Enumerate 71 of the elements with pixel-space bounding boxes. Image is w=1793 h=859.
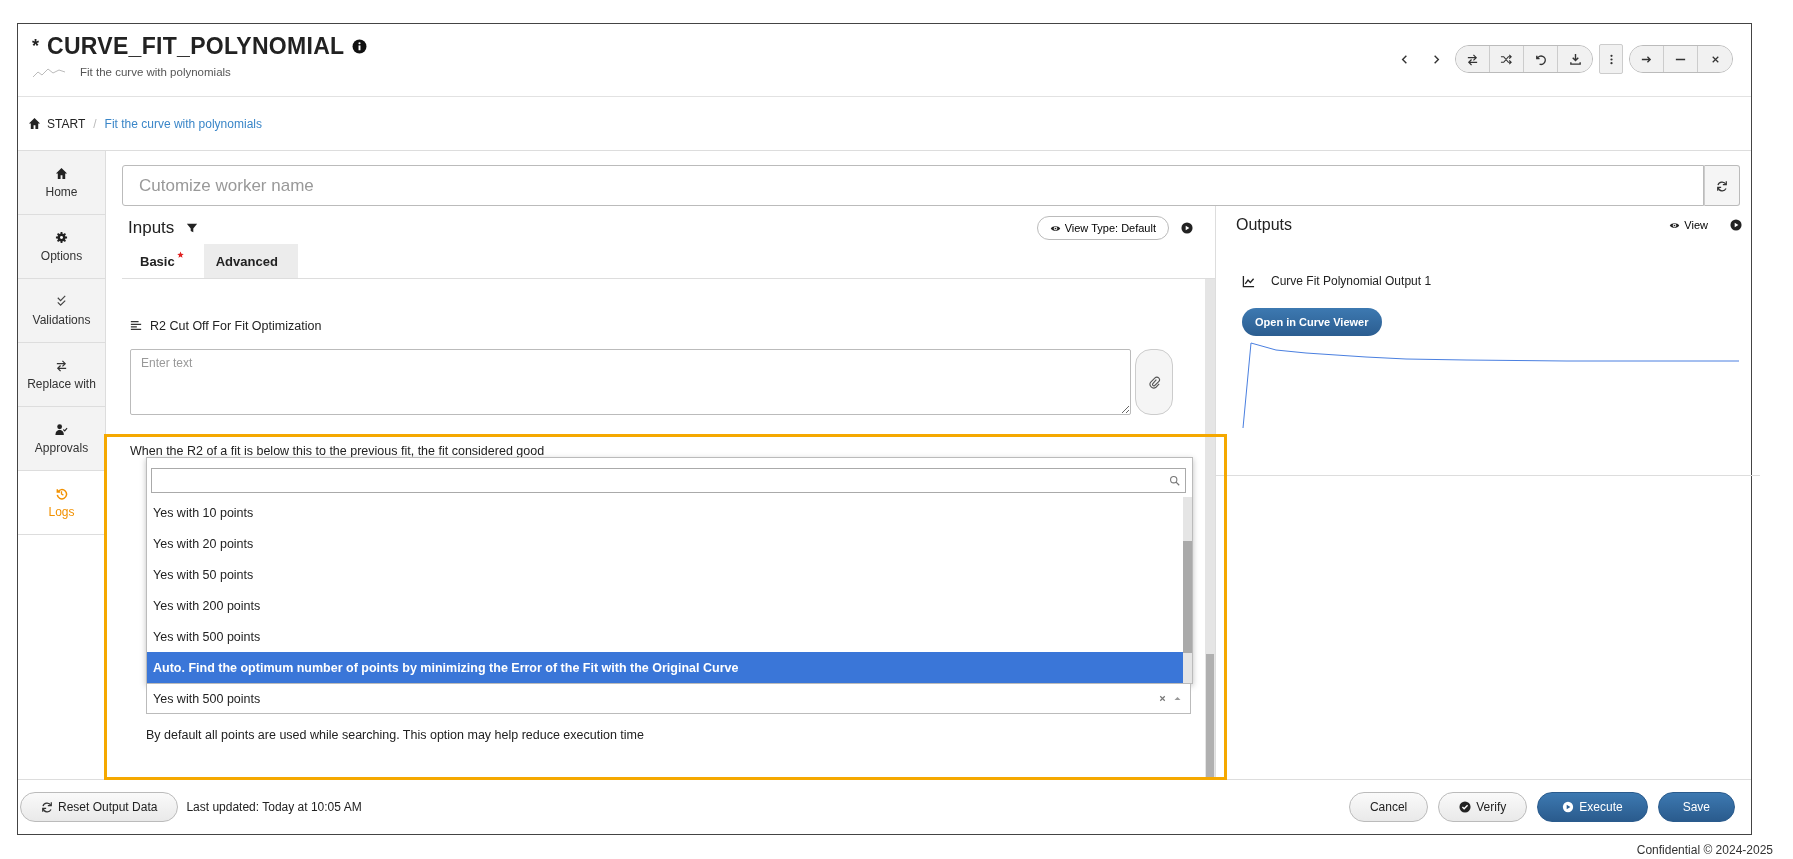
text-field-icon [130, 320, 142, 332]
execute-button[interactable]: Execute [1537, 792, 1648, 822]
search-icon [1169, 475, 1180, 486]
sidebar-item[interactable]: Validations [18, 279, 105, 343]
field-description: When the R2 of a fit is below this to the previous fit, the fit considered good [130, 443, 546, 457]
breadcrumb-home-link[interactable]: START [28, 116, 86, 131]
sidebar-item[interactable]: Home [18, 151, 105, 215]
clear-icon[interactable] [1158, 694, 1167, 703]
worker-name-field[interactable]: Cutomize worker name [122, 165, 1704, 206]
panel-title: Outputs [1236, 216, 1293, 234]
text-area[interactable]: Enter text [130, 349, 1131, 415]
breadcrumb-link[interactable]: Fit the curve with polynomials [104, 116, 262, 131]
help-text: By default all points are used while searching. This option may help reduce execution time [146, 728, 645, 742]
dropdown-search-field[interactable] [151, 468, 1186, 493]
filter-icon[interactable] [186, 222, 199, 234]
dropdown-option[interactable]: Auto. Find the optimum number of points by minimizing the Error of the Fit with the Original Curve [147, 652, 1183, 683]
breadcrumb-separator: / [93, 116, 97, 131]
last-updated-text: Last updated: Today at 10:05 AM [186, 800, 362, 814]
arrow-right-button[interactable] [1630, 46, 1664, 72]
check-circle-icon [1459, 801, 1472, 813]
tab[interactable]: Advanced [203, 244, 298, 278]
swap-button[interactable] [1456, 46, 1490, 72]
dropdown-option[interactable]: Yes with 50 points [147, 559, 1183, 590]
play-icon [1562, 801, 1575, 813]
gear-icon [55, 230, 68, 244]
window-title: CURVE_FIT_POLYNOMIAL [47, 33, 345, 60]
dropdown-option[interactable]: Yes with 200 points [147, 590, 1183, 621]
history-icon [55, 486, 68, 500]
person-check-icon [55, 422, 68, 436]
download-icon [1568, 52, 1582, 66]
reset-button[interactable]: Reset Output Data [20, 792, 179, 822]
sidebar-item[interactable]: Replace with [18, 343, 105, 407]
shuffle-icon [1500, 52, 1513, 66]
paperclip-icon [1147, 375, 1161, 389]
more-button[interactable] [1599, 44, 1623, 74]
output-title: Curve Fit Polynomial Output 1 [1271, 274, 1432, 288]
double-check-icon [55, 294, 68, 308]
attach-button[interactable] [1135, 349, 1173, 415]
info-icon[interactable] [352, 39, 368, 54]
sidebar-item[interactable]: Options [18, 215, 105, 279]
view-button[interactable]: View [1669, 219, 1708, 231]
tab[interactable]: Basic [128, 244, 204, 278]
scrollbar[interactable] [1183, 497, 1192, 683]
cancel-button[interactable]: Cancel [1348, 792, 1429, 822]
panel-title: Inputs [128, 218, 175, 238]
caret-up-icon[interactable] [1173, 694, 1182, 703]
footer-text: Confidential © 2024-2025 [1636, 843, 1773, 857]
dropdown-option[interactable]: Yes with 10 points [147, 497, 1183, 528]
view-type-button[interactable]: View Type: Default [1036, 216, 1169, 240]
open-viewer-button[interactable]: Open in Curve Viewer [1242, 308, 1382, 336]
swap-icon [55, 358, 68, 372]
dropdown-option[interactable]: Yes with 500 points [147, 621, 1183, 652]
undo-icon [1534, 52, 1547, 66]
select-field[interactable]: Yes with 500 points [146, 684, 1191, 714]
home-icon [28, 117, 41, 130]
refresh-icon [1716, 179, 1728, 192]
refresh-icon [41, 801, 53, 813]
play-icon[interactable] [1181, 222, 1193, 234]
save-button[interactable]: Save [1657, 792, 1735, 822]
play-icon[interactable] [1730, 219, 1742, 231]
modified-mark: * [32, 36, 39, 57]
dropdown-option[interactable]: Yes with 20 points [147, 528, 1183, 559]
refresh-button[interactable] [1704, 165, 1740, 206]
field-label: R2 Cut Off For Fit Optimization [150, 319, 322, 333]
home-icon [55, 166, 68, 180]
window-subtitle: Fit the curve with polynomials [80, 66, 231, 78]
sidebar-item[interactable]: Approvals [18, 407, 105, 471]
line-chart-icon [1242, 274, 1255, 288]
scrollbar[interactable] [1205, 279, 1215, 779]
swap-icon [1466, 52, 1479, 66]
verify-button[interactable]: Verify [1438, 792, 1528, 822]
